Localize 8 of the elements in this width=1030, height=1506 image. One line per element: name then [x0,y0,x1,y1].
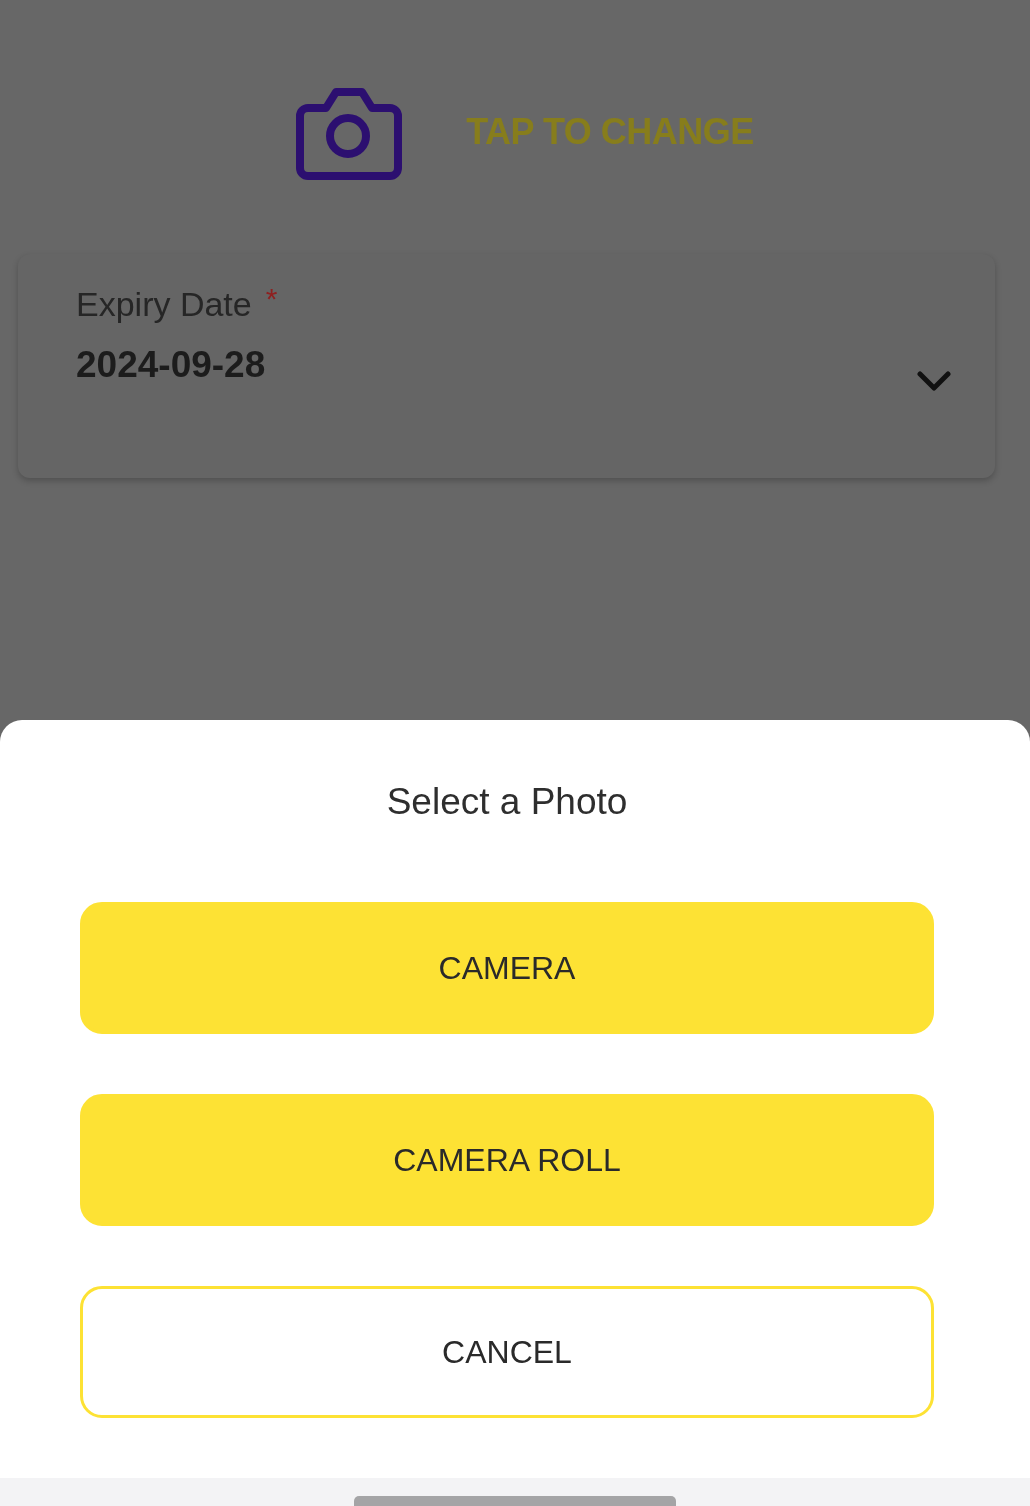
chevron-down-icon[interactable] [917,370,951,392]
sheet-title: Select a Photo [386,780,628,824]
cancel-button[interactable]: CANCEL [80,1286,934,1419]
required-mark: * [265,284,278,314]
option-button[interactable]: CAMERA [80,902,934,1035]
option-button[interactable]: CAMERA ROLL [80,1094,934,1227]
field-label: Expiry Date [76,284,252,325]
date-value: 2024-09-28 [76,342,267,387]
